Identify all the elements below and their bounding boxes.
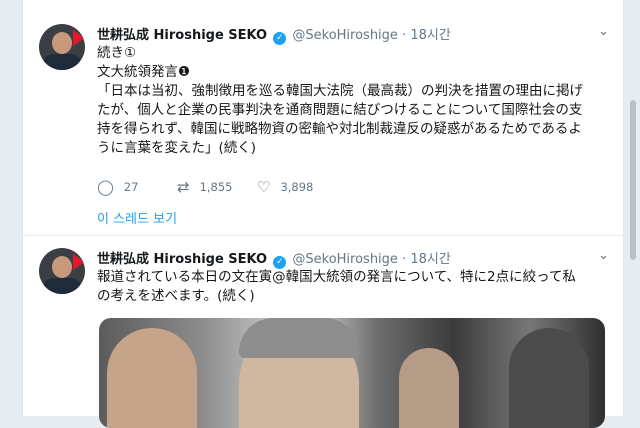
show-thread-link[interactable]: 이 스레드 보기 bbox=[97, 208, 177, 227]
scrollbar-thumb[interactable] bbox=[630, 100, 636, 260]
author-handle[interactable]: @SekoHiroshige bbox=[292, 28, 398, 43]
chevron-down-icon[interactable]: ⌄ bbox=[598, 248, 609, 263]
chevron-down-icon[interactable]: ⌄ bbox=[598, 24, 609, 39]
author-handle[interactable]: @SekoHiroshige bbox=[292, 252, 398, 267]
tweet-text-line: たが、個人と企業の民事判決を通商問題に結びつけることについて国際社会の支 bbox=[97, 102, 583, 118]
tweet-text-line: 文大統領発言❶ bbox=[97, 64, 191, 80]
avatar[interactable] bbox=[39, 24, 85, 70]
like-button[interactable]: ♡ 3,898 bbox=[257, 178, 337, 196]
tweet-photo[interactable] bbox=[99, 318, 605, 428]
tweet-actions: ◯ 27 ⇄ 1,855 ♡ 3,898 bbox=[97, 178, 337, 196]
author-name[interactable]: 世耕弘成 Hiroshige SEKO bbox=[97, 28, 267, 43]
retweet-button[interactable]: ⇄ 1,855 bbox=[177, 178, 257, 196]
tweet-text-line: 持を得られず、韓国に戦略物資の密輸や対北制裁違反の疑惑があるためであるよ bbox=[97, 121, 582, 137]
tweet-header: 世耕弘成 Hiroshige SEKO ✓ @SekoHiroshige · 1… bbox=[97, 248, 451, 269]
scrollbar[interactable] bbox=[624, 0, 640, 416]
tweet-time[interactable]: · 18시간 bbox=[402, 252, 451, 267]
author-name[interactable]: 世耕弘成 Hiroshige SEKO bbox=[97, 252, 267, 267]
avatar[interactable] bbox=[39, 248, 85, 294]
reply-count: 27 bbox=[123, 180, 139, 194]
tweet-text-line: 続き① bbox=[97, 45, 137, 61]
tweet[interactable]: 世耕弘成 Hiroshige SEKO ✓ @SekoHiroshige · 1… bbox=[23, 0, 623, 236]
heart-icon: ♡ bbox=[257, 178, 271, 196]
tweet-text-line: 報道されている本日の文在寅@韓国大統領の発言について、特に2点に絞って私 bbox=[97, 269, 576, 285]
tweet-time[interactable]: · 18시간 bbox=[402, 28, 451, 43]
tweet-header: 世耕弘成 Hiroshige SEKO ✓ @SekoHiroshige · 1… bbox=[97, 24, 451, 45]
reply-button[interactable]: ◯ 27 bbox=[97, 178, 177, 196]
tweet-text: 報道されている本日の文在寅@韓国大統領の発言について、特に2点に絞って私 の考え… bbox=[97, 268, 607, 306]
retweet-count: 1,855 bbox=[199, 180, 233, 194]
timeline: 世耕弘成 Hiroshige SEKO ✓ @SekoHiroshige · 1… bbox=[22, 0, 624, 428]
tweet-text-line: 「日本は当初、強制徴用を巡る韓国大法院（最高裁）の判決を措置の理由に掲げ bbox=[97, 83, 583, 99]
tweet-text-line: の考えを述べます。(続く) bbox=[97, 288, 255, 304]
like-count: 3,898 bbox=[280, 180, 314, 194]
tweet-text: 続き① 文大統領発言❶ 「日本は当初、強制徴用を巡る韓国大法院（最高裁）の判決を… bbox=[97, 44, 607, 158]
reply-icon: ◯ bbox=[97, 178, 114, 196]
retweet-icon: ⇄ bbox=[177, 178, 190, 196]
tweet-text-line: うに言葉を変えた」(続く) bbox=[97, 140, 257, 156]
